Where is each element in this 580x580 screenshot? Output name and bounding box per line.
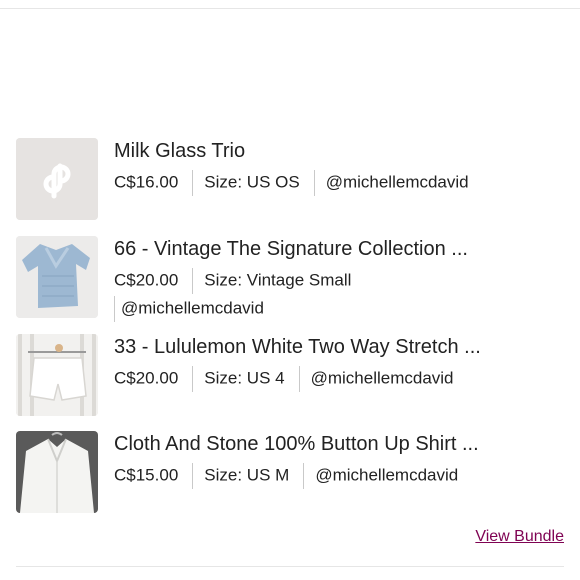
seller-line: @michellemcdavid [114, 296, 514, 322]
item-title[interactable]: Milk Glass Trio [114, 139, 504, 163]
sweater-photo [16, 236, 98, 318]
item-thumbnail[interactable] [16, 334, 98, 416]
item-title[interactable]: 33 - Lululemon White Two Way Stretch ... [114, 335, 504, 359]
item-title[interactable]: 66 - Vintage The Signature Collection ..… [114, 237, 504, 261]
divider [298, 366, 300, 392]
bottom-divider [16, 566, 564, 567]
item-size: Size: US OS [204, 172, 300, 192]
item-size: Size: US 4 [204, 368, 285, 388]
top-divider [0, 8, 580, 9]
item-meta: C$15.00 Size: US M @michellemcdavid [114, 463, 514, 489]
item-thumbnail[interactable] [16, 138, 98, 220]
view-bundle-link[interactable]: View Bundle [475, 528, 564, 546]
seller-handle[interactable]: @michellemcdavid [311, 368, 454, 387]
item-price: C$16.00 [114, 172, 179, 192]
divider [313, 170, 315, 196]
divider [192, 366, 194, 392]
divider [192, 268, 194, 294]
item-price: C$20.00 [114, 270, 179, 290]
shorts-photo [16, 334, 98, 416]
seller-handle[interactable]: @michellemcdavid [121, 298, 264, 317]
item-thumbnail[interactable] [16, 431, 98, 513]
list-item[interactable]: 33 - Lululemon White Two Way Stretch ...… [16, 334, 564, 416]
divider [303, 463, 305, 489]
list-item[interactable]: Cloth And Stone 100% Button Up Shirt ...… [16, 431, 564, 513]
divider [192, 463, 194, 489]
item-title[interactable]: Cloth And Stone 100% Button Up Shirt ... [114, 432, 504, 456]
list-item[interactable]: Milk Glass Trio C$16.00 Size: US OS @miche… [16, 138, 564, 220]
item-price: C$15.00 [114, 465, 179, 485]
item-meta: C$20.00 Size: Vintage Small @michellemcda… [114, 268, 514, 322]
seller-handle[interactable]: @michellemcdavid [315, 465, 458, 484]
shirt-photo [16, 431, 98, 513]
item-size: Size: US M [204, 465, 290, 485]
item-thumbnail[interactable] [16, 236, 98, 318]
divider [192, 170, 194, 196]
divider [114, 296, 115, 322]
item-meta: C$16.00 Size: US OS @michellemcdavid [114, 170, 514, 196]
poshmark-logo-icon [16, 138, 98, 220]
item-size: Size: Vintage Small [204, 270, 352, 290]
item-meta: C$20.00 Size: US 4 @michellemcdavid [114, 366, 514, 392]
list-item[interactable]: 66 - Vintage The Signature Collection ..… [16, 236, 564, 322]
seller-handle[interactable]: @michellemcdavid [326, 172, 469, 191]
item-price: C$20.00 [114, 368, 179, 388]
